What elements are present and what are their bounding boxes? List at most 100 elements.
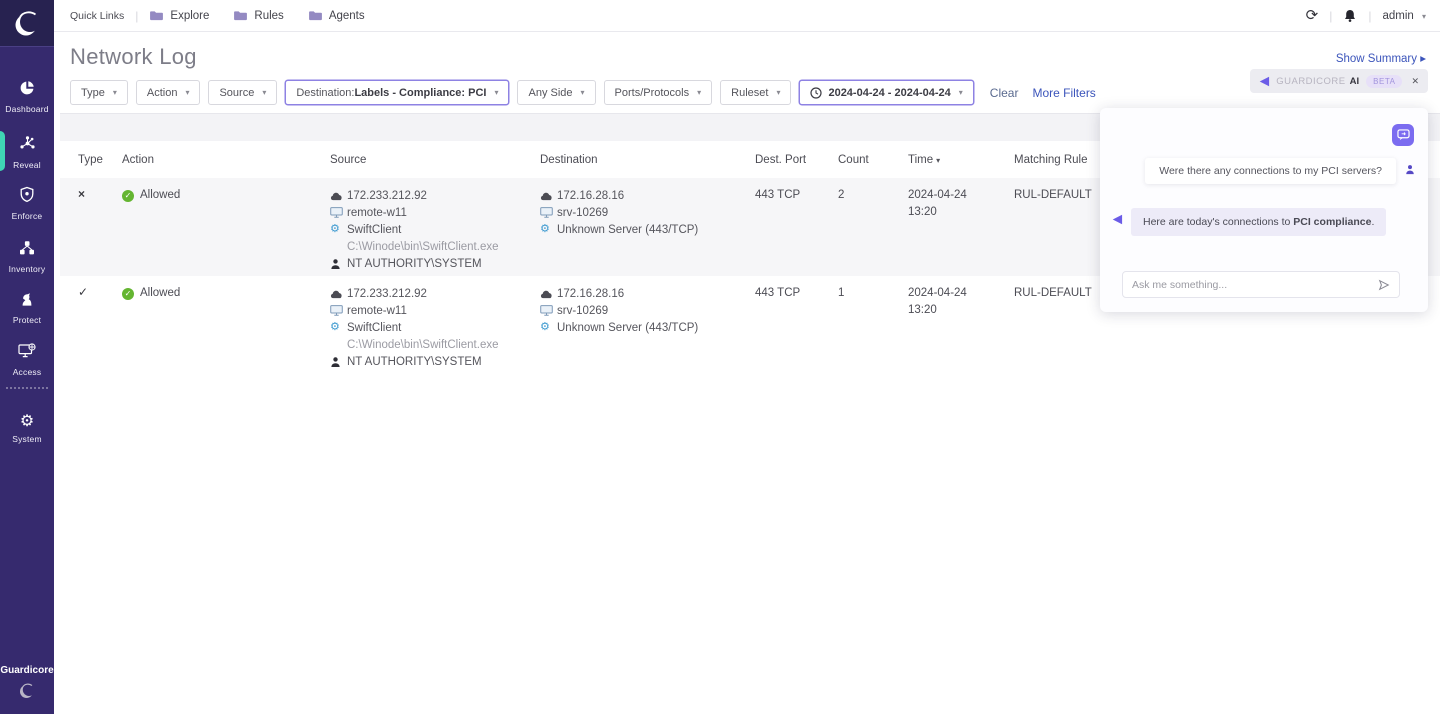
chevron-right-icon: ▸ [1420, 53, 1426, 65]
username: admin [1382, 10, 1413, 22]
sidebar-item-dashboard[interactable]: Dashboard [0, 80, 54, 114]
chevron-down-icon: ▾ [262, 88, 266, 97]
sidebar-label: Reveal [0, 160, 54, 170]
count-cell: 2 [838, 187, 908, 276]
system-gear-icon: ⚙ [20, 413, 34, 430]
new-conversation-icon [1397, 129, 1410, 141]
main-content: Network Log Show Summary ▸ Type ▾ Action… [54, 32, 1440, 714]
filter-action[interactable]: Action ▾ [136, 80, 201, 105]
crescent-logo-icon [11, 7, 43, 39]
sidebar-item-access[interactable]: Access [0, 343, 54, 377]
allowed-status-icon: ✓ [122, 288, 134, 300]
access-monitor-icon [18, 343, 36, 360]
filter-ruleset[interactable]: Ruleset ▾ [720, 80, 791, 105]
connection-type-icon: ✓ [78, 285, 122, 375]
col-header-dest-port[interactable]: Dest. Port [755, 154, 838, 166]
beta-badge: BETA [1366, 75, 1402, 88]
user-message-row: Were there any connections to my PCI ser… [1130, 158, 1415, 184]
divider: | [1329, 9, 1332, 23]
send-icon[interactable] [1378, 279, 1390, 291]
cloud-icon [330, 289, 347, 299]
folder-icon [308, 10, 323, 21]
nav-item-rules[interactable]: Rules [233, 10, 283, 22]
process-path: C:\Winode\bin\SwiftClient.exe [347, 339, 498, 351]
filter-bar: Type ▾ Action ▾ Source ▾ Destination: La… [70, 80, 1096, 105]
nav-item-explore[interactable]: Explore [149, 10, 209, 22]
destination-cell: 172.16.28.16 srv-10269 ⚙Unknown Server (… [540, 187, 755, 276]
sidebar-label: Inventory [0, 264, 54, 274]
show-summary-link[interactable]: Show Summary ▸ [1336, 51, 1426, 65]
quick-links-button[interactable]: Quick Links [70, 10, 124, 22]
connection-type-icon: × [78, 187, 122, 276]
guardicore-bottom-logo-icon [0, 681, 54, 706]
sidebar-item-inventory[interactable]: Inventory [0, 240, 54, 274]
dest-port-cell: 443 TCP [755, 187, 838, 276]
filter-ports-protocols[interactable]: Ports/Protocols ▾ [604, 80, 713, 105]
time-cell: 2024-04-24 13:20 [908, 285, 1014, 375]
page-title: Network Log [70, 44, 197, 70]
process-path: C:\Winode\bin\SwiftClient.exe [347, 241, 498, 253]
filter-destination[interactable]: Destination: Labels - Compliance: PCI ▾ [285, 80, 509, 105]
clock-icon [810, 87, 822, 99]
protect-knight-icon [19, 291, 35, 308]
dashboard-pie-icon [19, 80, 35, 97]
bell-icon[interactable] [1343, 9, 1357, 23]
sidebar-item-reveal[interactable]: Reveal [0, 135, 54, 170]
action-label: Allowed [140, 285, 180, 302]
chevron-down-icon: ▾ [697, 88, 701, 97]
more-filters-link[interactable]: More Filters [1032, 86, 1095, 100]
sidebar-item-protect[interactable]: Protect [0, 291, 54, 325]
user-icon [330, 356, 347, 368]
cloud-icon [330, 191, 347, 201]
chevron-down-icon: ▾ [959, 88, 963, 97]
enforce-shield-icon [19, 186, 35, 203]
filter-type[interactable]: Type ▾ [70, 80, 128, 105]
chevron-down-icon: ▾ [581, 88, 585, 97]
filter-source[interactable]: Source ▾ [208, 80, 277, 105]
action-cell: ✓ Allowed [122, 187, 330, 204]
col-header-source[interactable]: Source [330, 154, 540, 166]
cloud-icon [540, 289, 557, 299]
guardicore-logo[interactable] [0, 0, 54, 47]
time-cell: 2024-04-24 13:20 [908, 187, 1014, 276]
chevron-down-icon: ▾ [494, 88, 498, 97]
reveal-graph-icon [19, 135, 36, 152]
close-icon[interactable]: ✕ [1411, 76, 1419, 87]
process-icon: ⚙ [540, 224, 557, 235]
chevron-down-icon: ▾ [1422, 12, 1426, 21]
sidebar-item-enforce[interactable]: Enforce [0, 186, 54, 221]
count-cell: 1 [838, 285, 908, 375]
ai-input-container [1122, 271, 1400, 298]
ai-chat-panel: Were there any connections to my PCI ser… [1100, 108, 1428, 312]
filter-any-side[interactable]: Any Side ▾ [517, 80, 595, 105]
divider: | [1368, 9, 1371, 23]
process-icon: ⚙ [540, 322, 557, 333]
source-cell: 172.233.212.92 remote-w11 ⚙SwiftClient C… [330, 187, 540, 276]
cloud-icon [540, 191, 557, 201]
inventory-icon [19, 240, 35, 257]
sort-desc-icon: ▾ [936, 156, 940, 165]
source-cell: 172.233.212.92 remote-w11 ⚙SwiftClient C… [330, 285, 540, 375]
user-message-bubble: Were there any connections to my PCI ser… [1145, 158, 1396, 184]
filter-date-range[interactable]: 2024-04-24 - 2024-04-24 ▾ [799, 80, 973, 105]
col-header-destination[interactable]: Destination [540, 154, 755, 166]
sidebar-label: Dashboard [0, 104, 54, 114]
ai-logo-icon [1112, 214, 1123, 225]
col-header-type[interactable]: Type [78, 154, 122, 166]
ai-brand-text: GUARDICORE [1276, 76, 1345, 87]
top-navigation-bar: Quick Links | Explore Rules Agents ⟳ | [54, 0, 1440, 32]
process-icon: ⚙ [330, 224, 347, 235]
refresh-icon[interactable]: ⟳ [1306, 8, 1319, 23]
sidebar-item-system[interactable]: ⚙ System [0, 413, 54, 444]
nav-item-agents[interactable]: Agents [308, 10, 365, 22]
chevron-down-icon: ▾ [776, 88, 780, 97]
col-header-action[interactable]: Action [122, 154, 330, 166]
new-conversation-button[interactable] [1392, 124, 1414, 146]
user-menu[interactable]: admin ▾ [1382, 10, 1426, 22]
ask-ai-input[interactable] [1132, 279, 1372, 291]
col-header-time[interactable]: Time▾ [908, 154, 1014, 166]
folder-icon [233, 10, 248, 21]
clear-filters-link[interactable]: Clear [990, 86, 1019, 100]
sidebar-label: System [0, 434, 54, 444]
col-header-count[interactable]: Count [838, 154, 908, 166]
